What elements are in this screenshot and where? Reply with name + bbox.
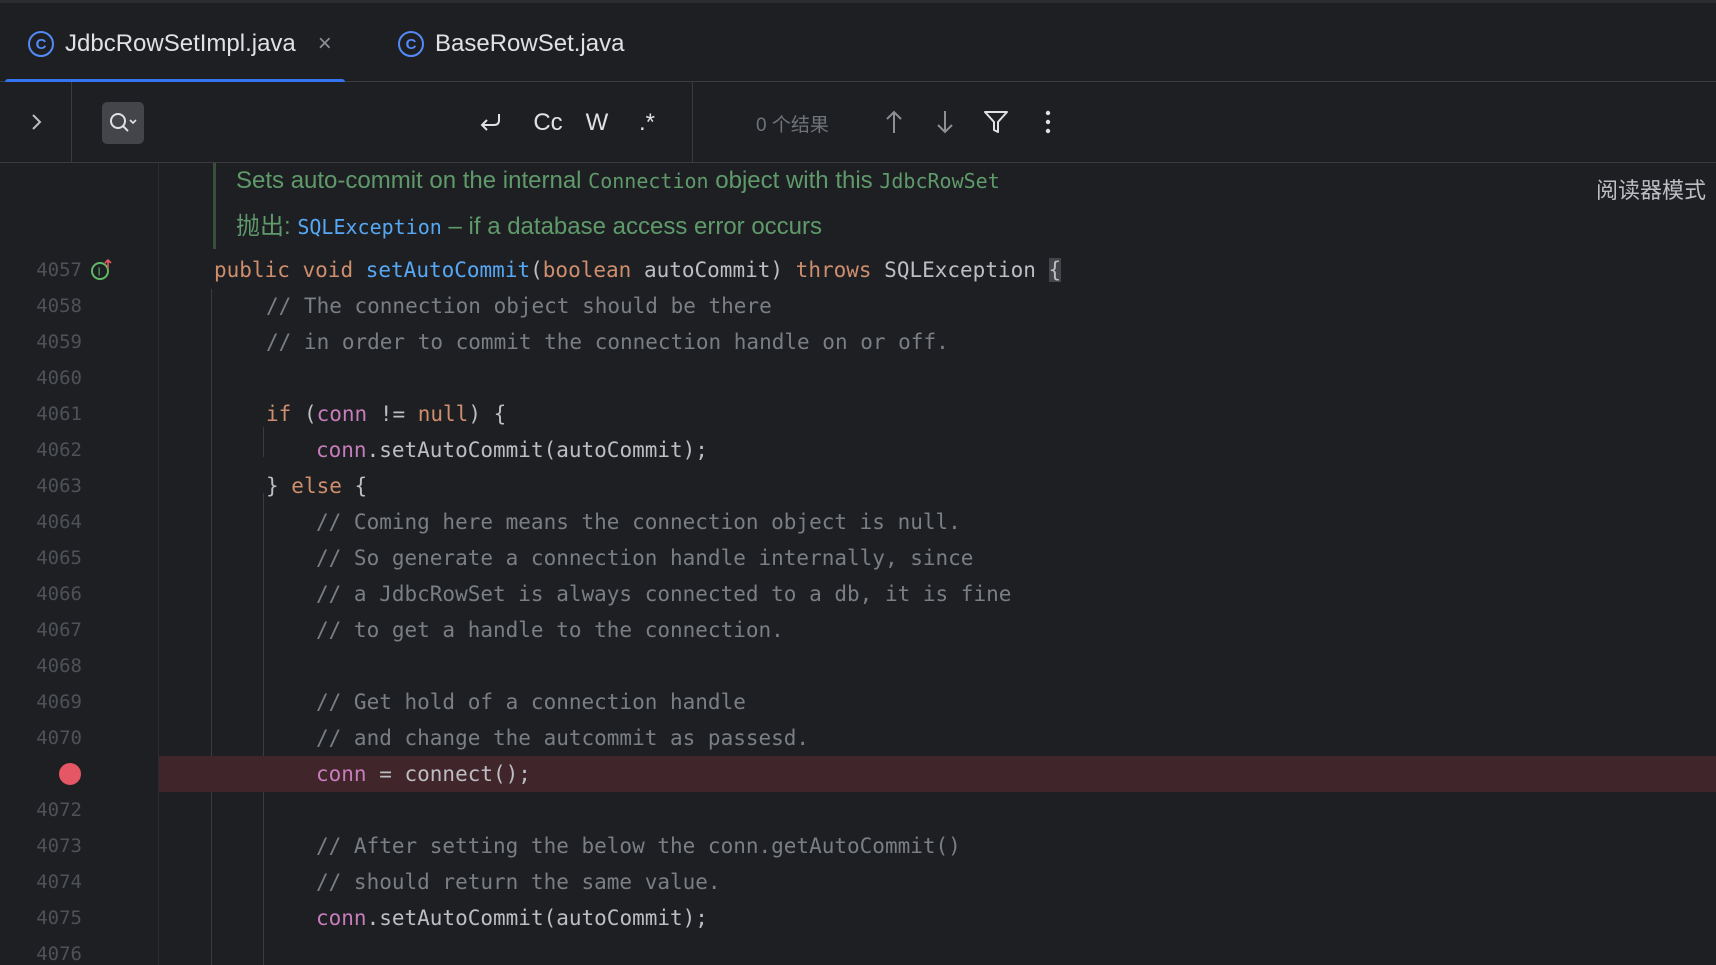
statement: conn.setAutoCommit(autoCommit); (316, 438, 708, 462)
breakpoint-icon[interactable] (59, 763, 81, 785)
code-line[interactable]: 4063 } else { (0, 468, 1716, 504)
class-icon: C (28, 31, 54, 57)
code-line[interactable]: 4061 if (conn != null) { (0, 396, 1716, 432)
code-line[interactable]: 4059 // in order to commit the connectio… (0, 324, 1716, 360)
filter-icon[interactable] (978, 104, 1014, 140)
code-line[interactable]: 4069 // Get hold of a connection handle (0, 684, 1716, 720)
code-line[interactable]: 4067 // to get a handle to the connectio… (0, 612, 1716, 648)
code-line[interactable]: 4060 (0, 360, 1716, 396)
comment: // to get a handle to the connection. (316, 618, 784, 642)
if-statement: if (conn != null) { (266, 402, 507, 426)
new-line-icon[interactable] (474, 106, 510, 140)
comment: // So generate a connection handle inter… (316, 546, 974, 570)
comment: // Get hold of a connection handle (316, 690, 746, 714)
tab-label: BaseRowSet.java (435, 30, 625, 57)
words-button[interactable]: W (582, 106, 612, 140)
tab-label: JdbcRowSetImpl.java (65, 30, 296, 57)
comment: // After setting the below the conn.getA… (316, 834, 961, 858)
code-line[interactable]: 4068 (0, 648, 1716, 684)
code-line[interactable]: 4065 // So generate a connection handle … (0, 540, 1716, 576)
tab-jdbcrowsetimpl[interactable]: C JdbcRowSetImpl.java × (5, 3, 345, 85)
code-line[interactable]: 4072 (0, 792, 1716, 828)
code-line[interactable]: 4073 // After setting the below the conn… (0, 828, 1716, 864)
code-line[interactable]: 4062 conn.setAutoCommit(autoCommit); (0, 432, 1716, 468)
statement: conn = connect(); (316, 762, 531, 786)
javadoc-throws: 抛出: SQLException – if a database access … (236, 213, 823, 240)
code-line[interactable]: 4066 // a JdbcRowSet is always connected… (0, 576, 1716, 612)
code-line[interactable]: 4075 conn.setAutoCommit(autoCommit); (0, 900, 1716, 936)
expand-replace-icon[interactable] (22, 106, 52, 138)
sqlexception-link[interactable]: SQLException (297, 215, 442, 239)
svg-text:I: I (98, 266, 101, 279)
code-line[interactable]: 4064 // Coming here means the connection… (0, 504, 1716, 540)
reader-mode-button[interactable]: 阅读器模式 (1596, 173, 1706, 205)
code-line[interactable]: 4076 (0, 936, 1716, 965)
code-line[interactable]: 4057 I public void setAutoCommit(boolean… (0, 252, 1716, 288)
find-toolbar: Cc W .* 0 个结果 (0, 82, 1716, 163)
more-options-icon[interactable] (1030, 104, 1066, 140)
arrow-down-icon[interactable] (927, 104, 963, 140)
else-statement: } else { (266, 474, 368, 498)
implements-method-icon[interactable]: I (90, 259, 112, 281)
match-case-button[interactable]: Cc (530, 106, 566, 140)
comment: // should return the same value. (316, 870, 721, 894)
statement: conn.setAutoCommit(autoCommit); (316, 906, 708, 930)
comment: // a JdbcRowSet is always connected to a… (316, 582, 1012, 606)
method-signature: public void setAutoCommit(boolean autoCo… (214, 258, 1062, 282)
arrow-up-icon[interactable] (876, 104, 912, 140)
comment: // Coming here means the connection obje… (316, 510, 961, 534)
search-results-count: 0 个结果 (756, 114, 829, 136)
comment: // and change the autcommit as passesd. (316, 726, 810, 750)
comment: // in order to commit the connection han… (266, 330, 949, 354)
code-editor[interactable]: Sets auto-commit on the internal Connect… (0, 163, 1716, 965)
close-icon[interactable]: × (318, 30, 332, 58)
code-line[interactable]: 4074 // should return the same value. (0, 864, 1716, 900)
tab-baserowset[interactable]: C BaseRowSet.java (398, 3, 624, 85)
editor-tab-bar: C JdbcRowSetImpl.java × C BaseRowSet.jav… (0, 0, 1716, 85)
search-history-icon[interactable] (102, 102, 144, 144)
regex-button[interactable]: .* (630, 106, 664, 140)
code-line[interactable]: 4058 // The connection object should be … (0, 288, 1716, 324)
comment: // The connection object should be there (266, 294, 772, 318)
code-line-breakpoint[interactable]: conn = connect(); (0, 756, 1716, 792)
javadoc-description: Sets auto-commit on the internal Connect… (236, 167, 1000, 194)
code-line[interactable]: 4070 // and change the autcommit as pass… (0, 720, 1716, 756)
rendered-javadoc: Sets auto-commit on the internal Connect… (213, 163, 1000, 249)
class-icon: C (398, 31, 424, 57)
